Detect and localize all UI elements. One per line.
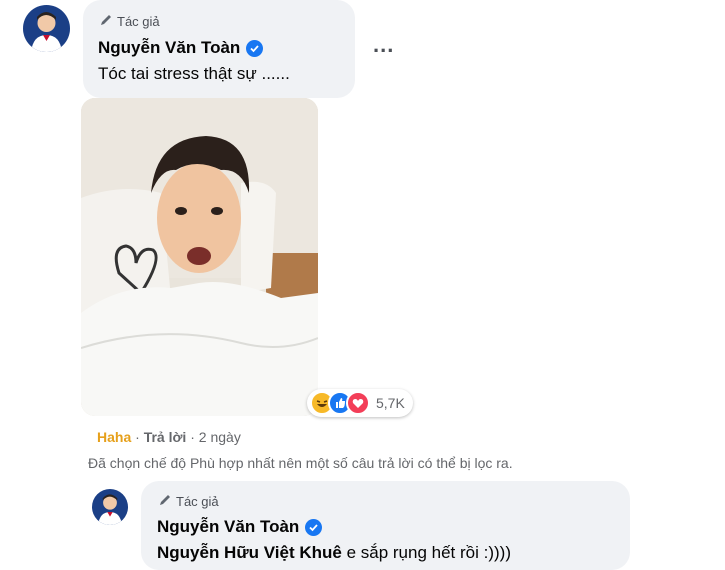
verified-badge-icon: [305, 518, 323, 536]
verified-badge-icon: [246, 39, 264, 57]
pen-icon: [158, 493, 172, 510]
reactions-summary[interactable]: 5,7K: [307, 389, 413, 417]
reply-text: Nguyễn Hữu Việt Khuê e sắp rụng hết rồi …: [157, 543, 511, 563]
action-separator: ·: [186, 429, 199, 445]
author-name-text[interactable]: Nguyễn Văn Toàn: [98, 38, 240, 58]
comment-text: Tóc tai stress thật sự ......: [98, 64, 290, 83]
reply-author-name[interactable]: Nguyễn Văn Toàn: [157, 517, 323, 537]
filter-note: Đã chọn chế độ Phù hợp nhất nên một số c…: [88, 455, 513, 471]
comment-avatar[interactable]: [23, 5, 70, 52]
author-badge: Tác giả: [99, 13, 160, 30]
comment-timestamp[interactable]: 2 ngày: [199, 429, 241, 445]
reaction-count: 5,7K: [376, 395, 405, 411]
reply-text-body: e sắp rụng hết rồi :)))): [341, 543, 511, 562]
comment-author-name[interactable]: Nguyễn Văn Toàn: [98, 38, 264, 58]
action-separator: ·: [131, 429, 144, 445]
reply-mention[interactable]: Nguyễn Hữu Việt Khuê: [157, 543, 342, 562]
reply-author-name-text[interactable]: Nguyễn Văn Toàn: [157, 517, 299, 537]
reply-avatar[interactable]: [92, 489, 128, 525]
reaction-button[interactable]: Haha: [97, 429, 131, 445]
love-icon: [346, 391, 370, 415]
reply-author-badge: Tác giả: [158, 493, 219, 510]
comment-photo[interactable]: [81, 98, 318, 416]
reply-author-badge-label: Tác giả: [176, 494, 219, 509]
pen-icon: [99, 13, 113, 30]
author-badge-label: Tác giả: [117, 14, 160, 29]
more-options-button[interactable]: ...: [373, 34, 394, 56]
comment-actions: Haha · Trả lời · 2 ngày: [97, 429, 241, 445]
reply-button[interactable]: Trả lời: [144, 429, 187, 445]
